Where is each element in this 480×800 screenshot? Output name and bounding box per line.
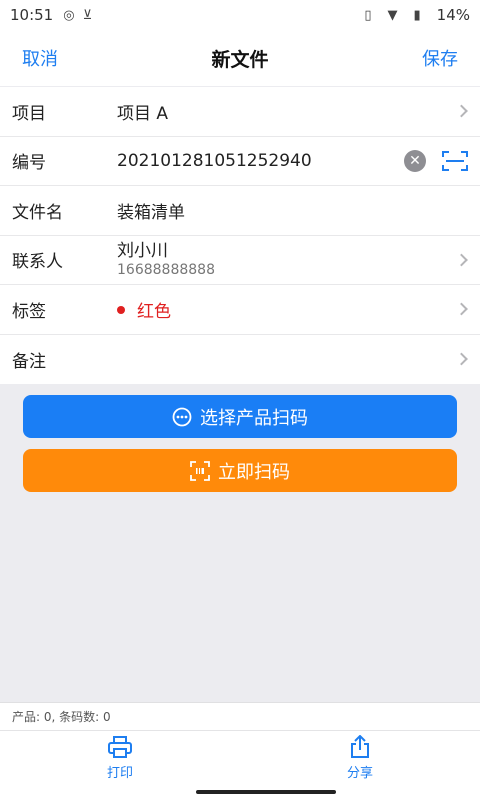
number-row: 编号 202101281051252940 ✕: [0, 137, 480, 186]
filename-label: 文件名: [12, 202, 63, 223]
project-row[interactable]: 项目 项目 A: [0, 87, 480, 137]
tab-print-label: 打印: [106, 766, 133, 781]
cancel-button[interactable]: 取消: [22, 45, 58, 71]
select-product-scan-button[interactable]: 选择产品扫码: [23, 395, 457, 438]
sync-icon: ◎: [63, 7, 75, 23]
summary-bar: 产品: 0, 条码数: 0: [0, 702, 480, 730]
nav-bar: 取消 新文件 保存: [0, 30, 480, 86]
tag-text: 红色: [137, 301, 171, 322]
contact-value: 刘小川 16688888888: [117, 241, 468, 279]
battery-icon: ▮: [413, 7, 421, 23]
tag-value: 红色: [117, 297, 468, 322]
barcode-scan-icon: [190, 460, 210, 481]
tag-color-dot: [117, 305, 125, 314]
status-time: 10:51: [10, 6, 54, 24]
battery-percent: 14%: [436, 6, 470, 24]
download-icon: ⊻: [82, 7, 93, 23]
home-indicator[interactable]: [196, 790, 336, 794]
tab-share-label: 分享: [346, 766, 373, 781]
file-form: 项目 项目 A 编号 202101281051252940 ✕ 文件名 装箱清单…: [0, 87, 480, 384]
contact-label: 联系人: [12, 252, 63, 273]
summary-text: 产品: 0, 条码数: 0: [12, 710, 111, 724]
number-label: 编号: [12, 153, 46, 174]
wifi-icon: ▼: [387, 7, 398, 23]
vibrate-icon: ▯: [364, 7, 372, 23]
contact-name: 刘小川: [117, 240, 168, 261]
tag-row[interactable]: 标签 红色: [0, 285, 480, 335]
clear-icon[interactable]: ✕: [404, 149, 426, 172]
page-title: 新文件: [211, 48, 269, 71]
note-row[interactable]: 备注: [0, 335, 480, 385]
chevron-right-icon: [455, 352, 468, 366]
note-label: 备注: [12, 351, 46, 372]
filename-row: 文件名 装箱清单: [0, 186, 480, 236]
save-button[interactable]: 保存: [422, 45, 458, 71]
contact-row[interactable]: 联系人 刘小川 16688888888: [0, 236, 480, 285]
contact-phone: 16688888888: [117, 261, 215, 278]
scan-now-button[interactable]: 立即扫码: [23, 449, 457, 492]
share-icon: [351, 735, 369, 758]
scan-icon[interactable]: [442, 150, 468, 172]
project-label: 项目: [12, 103, 46, 124]
scan-now-label: 立即扫码: [218, 461, 290, 483]
printer-icon: [108, 736, 132, 758]
more-circle-icon: [172, 407, 192, 426]
select-product-scan-label: 选择产品扫码: [200, 407, 308, 429]
status-bar: 10:51 ◎ ⊻ ▯ ▼ ▮ 14%: [0, 0, 480, 30]
tag-label: 标签: [12, 301, 46, 322]
filename-field[interactable]: 装箱清单: [117, 198, 468, 223]
project-value: 项目 A: [117, 103, 169, 124]
